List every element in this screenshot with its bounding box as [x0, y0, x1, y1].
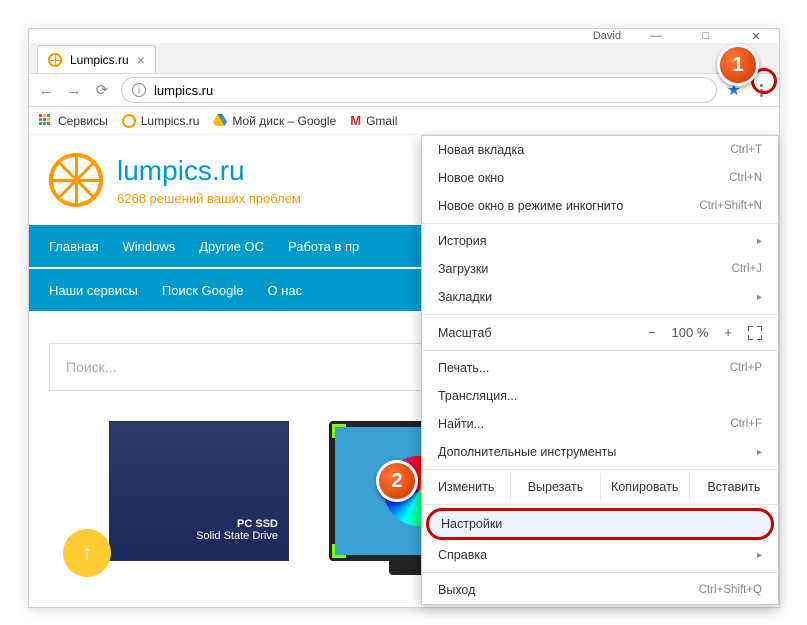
fullscreen-icon[interactable]	[748, 326, 762, 340]
menu-find[interactable]: Найти...Ctrl+F	[422, 410, 778, 438]
ssd-title: PC SSD	[196, 518, 278, 530]
edit-label: Изменить	[422, 473, 510, 501]
menu-more-tools[interactable]: Дополнительные инструменты▸	[422, 438, 778, 466]
scroll-top-button[interactable]: ↑	[63, 529, 111, 577]
site-subtitle: 6268 решений ваших проблем	[117, 191, 301, 206]
tab-bar: Lumpics.ru ×	[29, 43, 779, 73]
tab-title: Lumpics.ru	[70, 53, 129, 67]
apps-icon	[39, 114, 53, 128]
lumpics-icon	[122, 114, 136, 128]
nav-link[interactable]: Главная	[49, 239, 98, 254]
lumpics-bookmark[interactable]: Lumpics.ru	[122, 114, 200, 128]
reload-button[interactable]: ⟳	[93, 81, 111, 99]
profile-name[interactable]: David	[593, 30, 621, 42]
menu-paste[interactable]: Вставить	[689, 473, 778, 501]
menu-settings[interactable]: Настройки	[426, 508, 774, 540]
browser-tab[interactable]: Lumpics.ru ×	[37, 45, 156, 73]
forward-button[interactable]: →	[65, 82, 83, 99]
tab-close-icon[interactable]: ×	[137, 52, 145, 68]
apps-bookmark[interactable]: Сервисы	[39, 114, 108, 128]
menu-new-tab[interactable]: Новая вкладкаCtrl+T	[422, 136, 778, 164]
bookmark-label: Сервисы	[58, 114, 108, 128]
site-logo	[49, 153, 103, 207]
nav-link[interactable]: Windows	[122, 239, 175, 254]
menu-help[interactable]: Справка▸	[422, 541, 778, 569]
close-button[interactable]: ✕	[741, 30, 771, 43]
nav-link[interactable]: О нас	[267, 283, 302, 298]
menu-bookmarks[interactable]: Закладки▸	[422, 283, 778, 311]
bookmarks-bar: Сервисы Lumpics.ru Мой диск – Google M G…	[29, 107, 779, 135]
bookmark-label: Gmail	[366, 114, 397, 128]
url-text: lumpics.ru	[154, 83, 213, 98]
menu-incognito[interactable]: Новое окно в режиме инкогнитоCtrl+Shift+…	[422, 192, 778, 220]
maximize-button[interactable]: □	[691, 30, 721, 42]
zoom-out-button[interactable]: −	[648, 325, 656, 340]
menu-zoom: Масштаб − 100 % +	[422, 318, 778, 347]
menu-downloads[interactable]: ЗагрузкиCtrl+J	[422, 255, 778, 283]
minimize-button[interactable]: —	[641, 30, 671, 42]
back-button[interactable]: ←	[37, 82, 55, 99]
ssd-subtitle: Solid State Drive	[196, 530, 278, 542]
menu-edit-row: Изменить Вырезать Копировать Вставить	[422, 473, 778, 501]
menu-history[interactable]: История▸	[422, 227, 778, 255]
bookmark-label: Lumpics.ru	[141, 114, 200, 128]
zoom-value: 100 %	[672, 325, 709, 340]
nav-link[interactable]: Работа в пр	[288, 239, 359, 254]
gmail-icon: M	[350, 113, 361, 128]
site-info-icon[interactable]: i	[132, 83, 146, 97]
zoom-label: Масштаб	[438, 326, 491, 340]
menu-cast[interactable]: Трансляция...	[422, 382, 778, 410]
article-card-ssd[interactable]: PC SSD Solid State Drive	[109, 421, 289, 561]
menu-print[interactable]: Печать...Ctrl+P	[422, 354, 778, 382]
gdrive-icon	[213, 114, 227, 128]
bookmark-label: Мой диск – Google	[232, 114, 336, 128]
site-title: lumpics.ru	[117, 155, 301, 187]
gdrive-bookmark[interactable]: Мой диск – Google	[213, 114, 336, 128]
gmail-bookmark[interactable]: M Gmail	[350, 113, 397, 128]
nav-link[interactable]: Другие ОС	[199, 239, 264, 254]
menu-cut[interactable]: Вырезать	[510, 473, 599, 501]
chrome-menu: Новая вкладкаCtrl+T Новое окноCtrl+N Нов…	[421, 135, 779, 605]
address-bar[interactable]: i lumpics.ru	[121, 77, 717, 103]
menu-copy[interactable]: Копировать	[600, 473, 689, 501]
lumpics-favicon	[48, 53, 62, 67]
nav-link[interactable]: Поиск Google	[162, 283, 244, 298]
annotation-marker-1: 1	[717, 44, 759, 86]
annotation-marker-2: 2	[376, 460, 418, 502]
zoom-in-button[interactable]: +	[724, 325, 732, 340]
menu-new-window[interactable]: Новое окноCtrl+N	[422, 164, 778, 192]
nav-link[interactable]: Наши сервисы	[49, 283, 138, 298]
menu-exit[interactable]: ВыходCtrl+Shift+Q	[422, 576, 778, 604]
